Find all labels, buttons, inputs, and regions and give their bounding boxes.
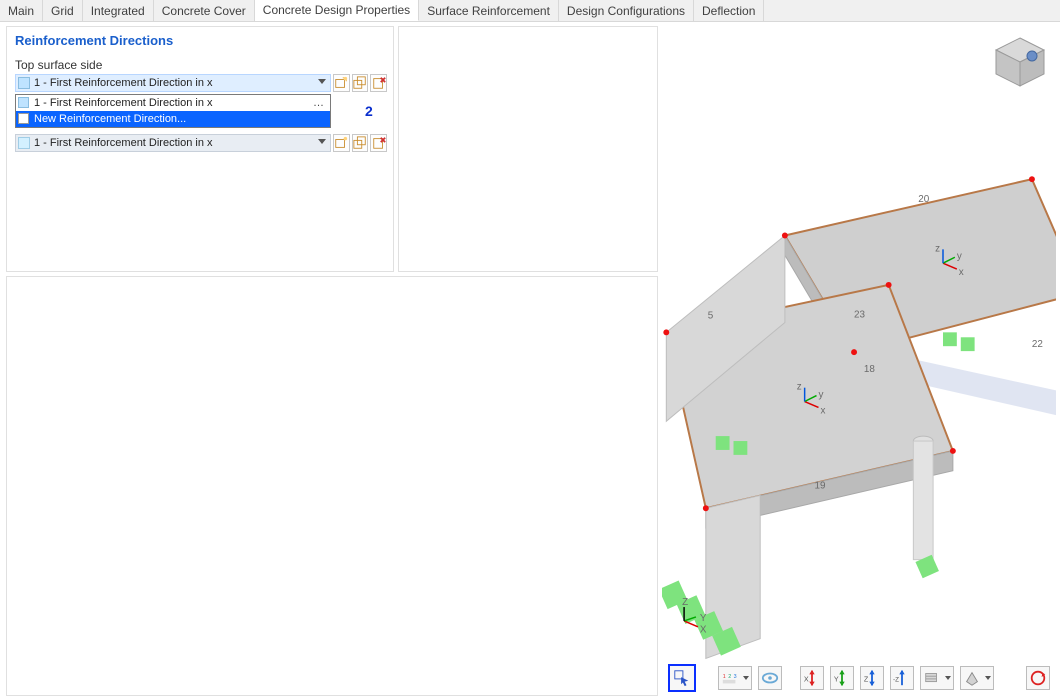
- svg-text:Y: Y: [834, 675, 839, 684]
- tab-surface-reinforcement[interactable]: Surface Reinforcement: [419, 0, 559, 21]
- tab-main[interactable]: Main: [0, 0, 43, 21]
- bottom-direction-dropdown[interactable]: 1 - First Reinforcement Direction in x: [15, 134, 331, 152]
- tab-design-configurations[interactable]: Design Configurations: [559, 0, 694, 21]
- svg-text:2: 2: [728, 674, 731, 680]
- svg-text:5: 5: [708, 311, 714, 322]
- svg-text:1: 1: [723, 674, 726, 680]
- svg-text:3: 3: [734, 674, 737, 680]
- tab-integrated[interactable]: Integrated: [83, 0, 154, 21]
- svg-text:Z: Z: [864, 675, 869, 684]
- svg-text:22: 22: [1032, 339, 1043, 350]
- svg-text:Y: Y: [700, 613, 707, 624]
- reinforcement-directions-panel: Reinforcement Directions Top surface sid…: [6, 26, 394, 272]
- detail-panel: [6, 276, 658, 696]
- svg-text:y: y: [957, 251, 962, 262]
- ellipsis-icon: …: [313, 97, 324, 109]
- svg-text:-Z: -Z: [893, 677, 899, 684]
- top-direction-dropdown[interactable]: 1 - First Reinforcement Direction in x: [15, 74, 331, 92]
- chevron-down-icon: [318, 139, 326, 144]
- svg-text:y: y: [818, 390, 823, 401]
- top-surface-label: Top surface side: [15, 54, 387, 74]
- model-viewport[interactable]: 1: [662, 26, 1056, 696]
- tab-deflection[interactable]: Deflection: [694, 0, 764, 21]
- svg-text:19: 19: [815, 480, 826, 491]
- tab-bar: Main Grid Integrated Concrete Cover Conc…: [0, 0, 1060, 22]
- aux-panel: [398, 26, 658, 272]
- svg-text:x: x: [820, 405, 825, 416]
- svg-text:z: z: [797, 382, 802, 393]
- dropdown-option-new[interactable]: New Reinforcement Direction...: [16, 111, 330, 127]
- svg-text:18: 18: [864, 364, 875, 375]
- move-y-button[interactable]: Y: [830, 666, 854, 690]
- duplicate-item-button-2[interactable]: [352, 134, 369, 152]
- workspace: Reinforcement Directions Top surface sid…: [0, 22, 1060, 700]
- svg-text:z: z: [935, 243, 940, 254]
- duplicate-item-button[interactable]: [352, 74, 369, 92]
- svg-text:20: 20: [918, 194, 929, 205]
- panel-title: Reinforcement Directions: [15, 33, 387, 54]
- annotation-2: 2: [365, 103, 373, 119]
- color-swatch-icon: [18, 137, 30, 149]
- view-mode-button[interactable]: [920, 666, 954, 690]
- svg-text:Z: Z: [682, 597, 688, 608]
- tab-concrete-cover[interactable]: Concrete Cover: [154, 0, 255, 21]
- top-direction-dropdown-list[interactable]: 1 - First Reinforcement Direction in x ……: [15, 94, 331, 128]
- display-mode-button[interactable]: [960, 666, 994, 690]
- show-values-button[interactable]: 123: [718, 666, 752, 690]
- dropdown-option-existing[interactable]: 1 - First Reinforcement Direction in x …: [16, 95, 330, 111]
- new-item-button-2[interactable]: [333, 134, 350, 152]
- svg-text:23: 23: [854, 310, 865, 321]
- restore-view-button[interactable]: [1026, 666, 1050, 690]
- chevron-down-icon: [318, 79, 326, 84]
- color-swatch-icon: [18, 77, 30, 89]
- new-item-button[interactable]: [333, 74, 350, 92]
- svg-text:X: X: [804, 675, 809, 684]
- svg-text:X: X: [700, 625, 707, 636]
- tab-concrete-design-properties[interactable]: Concrete Design Properties: [255, 0, 419, 21]
- show-results-button[interactable]: [758, 666, 782, 690]
- delete-item-button[interactable]: [370, 74, 387, 92]
- delete-item-button-2[interactable]: [370, 134, 387, 152]
- select-objects-button[interactable]: [668, 664, 696, 692]
- move-x-button[interactable]: X: [800, 666, 824, 690]
- top-direction-value: 1 - First Reinforcement Direction in x: [34, 77, 213, 89]
- view-cube[interactable]: [990, 32, 1050, 92]
- tab-grid[interactable]: Grid: [43, 0, 83, 21]
- viewport-toolbar: 123 X Y Z -Z: [668, 664, 1050, 692]
- invert-z-button[interactable]: -Z: [890, 666, 914, 690]
- svg-text:x: x: [959, 267, 964, 278]
- move-z-button[interactable]: Z: [860, 666, 884, 690]
- left-column: Reinforcement Directions Top surface sid…: [0, 22, 662, 700]
- bottom-direction-value: 1 - First Reinforcement Direction in x: [34, 137, 213, 149]
